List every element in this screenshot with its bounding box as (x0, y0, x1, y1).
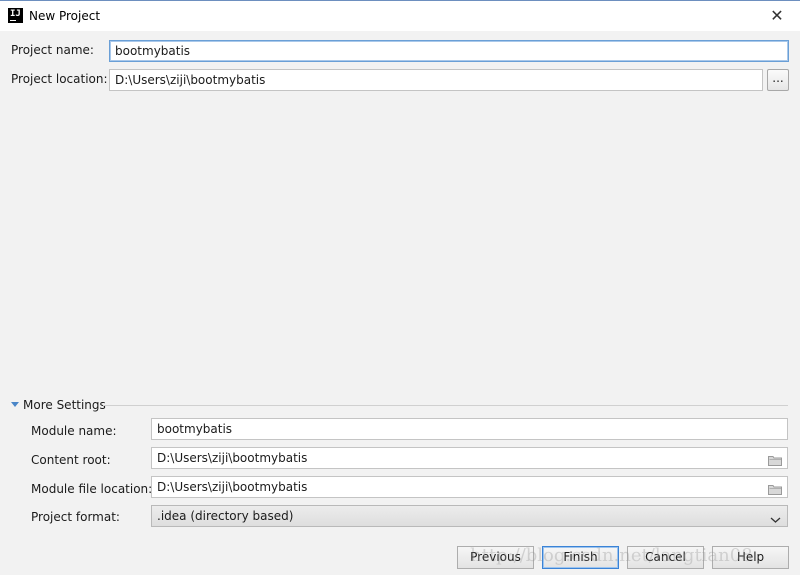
triangle-down-icon[interactable] (10, 400, 20, 410)
previous-button[interactable]: Previous (457, 546, 534, 569)
more-settings-toggle[interactable]: More Settings (23, 398, 106, 412)
close-button[interactable]: ✕ (754, 1, 800, 31)
folder-icon[interactable] (768, 452, 782, 466)
module-file-location-input[interactable]: D:\Users\ziji\bootmybatis (151, 476, 788, 498)
project-name-input[interactable]: bootmybatis (109, 40, 789, 62)
module-file-location-label: Module file location: (31, 482, 153, 496)
close-icon: ✕ (770, 6, 784, 25)
project-format-label: Project format: (31, 510, 120, 524)
section-divider (103, 405, 788, 406)
title-bar: IJ New Project ✕ (0, 0, 800, 31)
module-name-input[interactable]: bootmybatis (151, 418, 788, 440)
content-root-input[interactable]: D:\Users\ziji\bootmybatis (151, 447, 788, 469)
content-root-label: Content root: (31, 453, 111, 467)
project-location-input[interactable]: D:\Users\ziji\bootmybatis (109, 69, 763, 91)
module-name-label: Module name: (31, 424, 117, 438)
module-file-location-value: D:\Users\ziji\bootmybatis (157, 480, 308, 494)
browse-location-button[interactable]: ... (767, 69, 789, 91)
project-format-value: .idea (directory based) (157, 509, 294, 523)
window-title: New Project (29, 9, 101, 23)
finish-button[interactable]: Finish (542, 546, 619, 569)
project-name-label: Project name: (11, 43, 94, 57)
intellij-icon: IJ (8, 8, 23, 23)
chevron-down-icon (770, 511, 781, 523)
content-root-value: D:\Users\ziji\bootmybatis (157, 451, 308, 465)
project-format-select[interactable]: .idea (directory based) (151, 505, 788, 527)
help-button[interactable]: Help (712, 546, 789, 569)
folder-icon[interactable] (768, 481, 782, 495)
cancel-button[interactable]: Cancel (627, 546, 704, 569)
project-location-label: Project location: (11, 72, 108, 86)
